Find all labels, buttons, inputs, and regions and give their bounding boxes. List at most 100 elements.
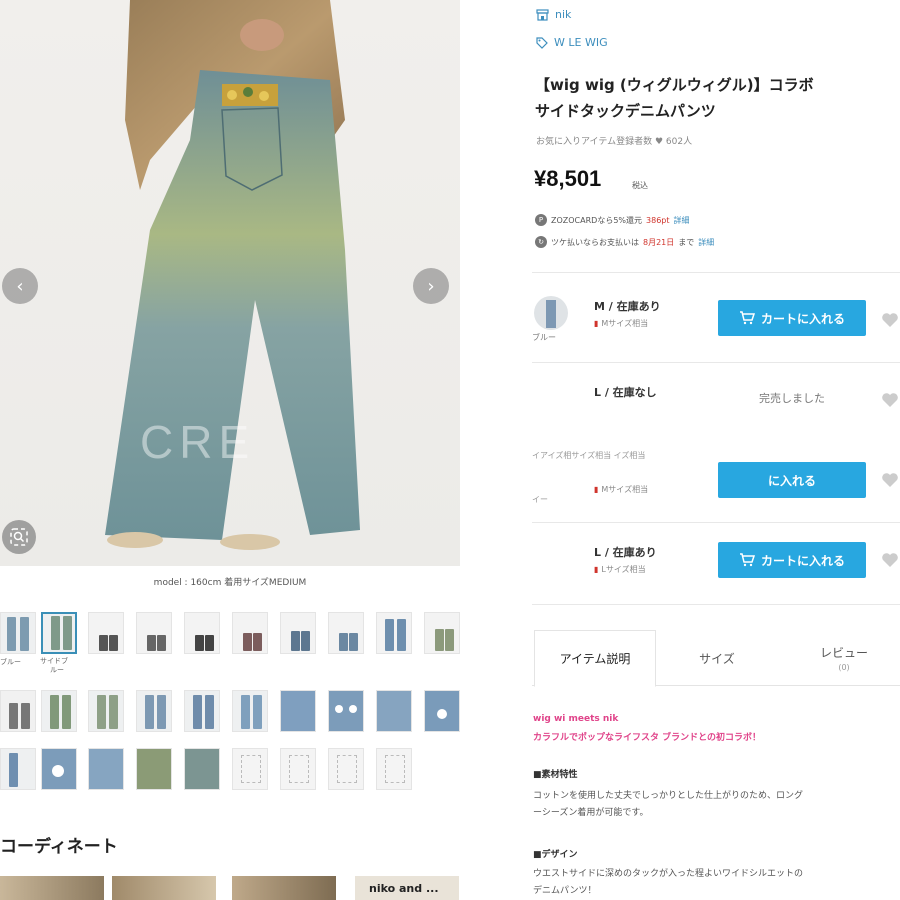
thumbnail-selected[interactable] — [41, 612, 77, 654]
promo-detail-link[interactable]: 詳細 — [698, 237, 714, 248]
thumbnail[interactable] — [280, 748, 316, 790]
thumbnail[interactable] — [136, 690, 172, 732]
deferred-payment-promo: ↻ ツケ払いならお支払いは 8月21日 まで 詳細 — [535, 236, 714, 248]
review-count: (0) — [838, 663, 850, 672]
coordinate-heading: コーディネート — [0, 837, 118, 857]
design-heading: ■デザイン — [533, 850, 578, 860]
promo-text: ZOZOCARDなら5%還元 — [551, 215, 643, 225]
tab-review[interactable]: レビュー (0) — [788, 630, 900, 686]
coordinate-thumbnail[interactable]: niko and ... — [355, 876, 459, 900]
tag-name: W LE WIG — [554, 36, 608, 49]
thumbnail[interactable] — [88, 690, 124, 732]
cart-icon — [739, 311, 755, 325]
color-label: ブルー — [532, 333, 556, 342]
brand-link[interactable]: nik — [536, 8, 571, 21]
refresh-icon: ↻ — [535, 236, 547, 248]
coordinate-thumbnail[interactable] — [232, 876, 336, 900]
coordinate-thumbnail[interactable] — [112, 876, 216, 900]
size-equivalent: ▮ Mサイズ相当 — [594, 485, 649, 494]
tab-item-description[interactable]: アイテム説明 — [534, 630, 656, 687]
model-caption: model : 160cm 着用サイズMEDIUM — [153, 578, 307, 588]
variant-row: L / 在庫あり ▮ Lサイズ相当 カートに入れる — [532, 540, 900, 610]
thumbnail[interactable] — [88, 748, 124, 790]
add-to-cart-button[interactable]: に入れる — [718, 462, 866, 498]
favorite-count: お気に入りアイテム登録者数 ♥ 602人 — [536, 137, 693, 147]
heart-icon[interactable] — [880, 390, 900, 410]
size-equivalent: ▮ Lサイズ相当 — [594, 565, 646, 574]
point-icon: P — [535, 214, 547, 226]
size-equivalent: ▮ Mサイズ相当 — [594, 319, 649, 328]
collab-headline: wig wi meets nik — [533, 714, 619, 724]
promo-tail: まで — [678, 237, 695, 247]
thumbnail[interactable] — [232, 612, 268, 654]
tax-label: 税込 — [632, 181, 648, 190]
promo-text: ツケ払いならお支払いは — [551, 237, 639, 247]
thumbnail[interactable] — [376, 612, 412, 654]
add-to-cart-button[interactable]: カートに入れる — [718, 300, 866, 336]
thumbnail[interactable] — [184, 690, 220, 732]
info-tabs: アイテム説明 サイズ レビュー (0) — [532, 630, 900, 687]
chevron-left-icon: ‹ — [16, 275, 24, 297]
thumbnail-label: ルー — [50, 666, 64, 674]
shop-icon — [536, 8, 549, 21]
divider — [532, 604, 900, 605]
thumbnail[interactable] — [88, 612, 124, 654]
color-swatch[interactable] — [534, 296, 568, 330]
cart-icon — [739, 553, 755, 567]
size-stock: L / 在庫なし — [594, 386, 657, 399]
gallery-prev-button[interactable]: ‹ — [2, 268, 38, 304]
thumbnail[interactable] — [184, 612, 220, 654]
thumbnail[interactable] — [280, 690, 316, 732]
tag-icon — [536, 36, 548, 49]
coordinate-thumbnail[interactable] — [0, 876, 104, 900]
thumbnail[interactable] — [41, 690, 77, 732]
thumbnail[interactable] — [328, 612, 364, 654]
collab-subheadline: カラフルでポップなライフスタ ブランドとの初コラボ！ — [533, 733, 762, 743]
ghost-color-text: イー — [532, 495, 548, 504]
thumbnail-label: ブルー — [0, 658, 21, 666]
price: ¥8,501 — [534, 166, 602, 191]
heart-icon[interactable] — [880, 310, 900, 330]
gallery-next-button[interactable]: › — [413, 268, 449, 304]
material-heading: ■素材特性 — [533, 770, 578, 780]
promo-points: 386pt — [646, 215, 670, 225]
thumbnail[interactable] — [328, 690, 364, 732]
thumbnail[interactable] — [424, 612, 460, 654]
heart-icon[interactable] — [880, 550, 900, 570]
watermark-text: CRE — [140, 416, 256, 468]
size-stock: M / 在庫あり — [594, 300, 661, 313]
thumbnail[interactable] — [280, 612, 316, 654]
heart-icon[interactable] — [880, 470, 900, 490]
add-to-cart-button[interactable]: カートに入れる — [718, 542, 866, 578]
main-product-photo: CRE ‹ › — [0, 0, 460, 566]
coordinate-strip-text: niko and ... — [369, 882, 439, 895]
thumbnail[interactable] — [376, 690, 412, 732]
thumbnail[interactable] — [184, 748, 220, 790]
zoom-button[interactable] — [2, 520, 36, 554]
promo-detail-link[interactable]: 詳細 — [674, 215, 690, 226]
size-stock: L / 在庫あり — [594, 546, 657, 559]
thumbnail[interactable] — [232, 690, 268, 732]
chevron-right-icon: › — [427, 275, 435, 297]
material-body: コットンを使用した丈夫でしっかりとした仕上がりのため、ロング ーシーズン着用が可… — [533, 791, 804, 818]
tab-size[interactable]: サイズ — [656, 630, 778, 686]
divider — [532, 522, 900, 523]
divider — [532, 272, 900, 273]
thumbnail[interactable] — [0, 690, 36, 732]
zoom-icon — [10, 528, 28, 546]
tag-link[interactable]: W LE WIG — [536, 36, 608, 49]
thumbnail[interactable] — [41, 748, 77, 790]
thumbnail[interactable] — [136, 748, 172, 790]
ghost-size-text: イアイズ相サイズ相当 イズ相当 — [532, 451, 646, 460]
thumbnail[interactable] — [424, 690, 460, 732]
thumbnail[interactable] — [0, 612, 36, 654]
thumbnail[interactable] — [376, 748, 412, 790]
thumbnail[interactable] — [0, 748, 36, 790]
variant-row: イアイズ相サイズ相当 イズ相当 ▮ Mサイズ相当 イー に入れる — [532, 450, 900, 520]
thumbnail[interactable] — [232, 748, 268, 790]
product-title: 【wig wig (ウィグルウィグル)】コラボ サイドタックデニムパンツ — [535, 76, 814, 120]
thumbnail[interactable] — [328, 748, 364, 790]
thumbnail[interactable] — [136, 612, 172, 654]
divider — [532, 362, 900, 363]
promo-date: 8月21日 — [643, 237, 675, 247]
